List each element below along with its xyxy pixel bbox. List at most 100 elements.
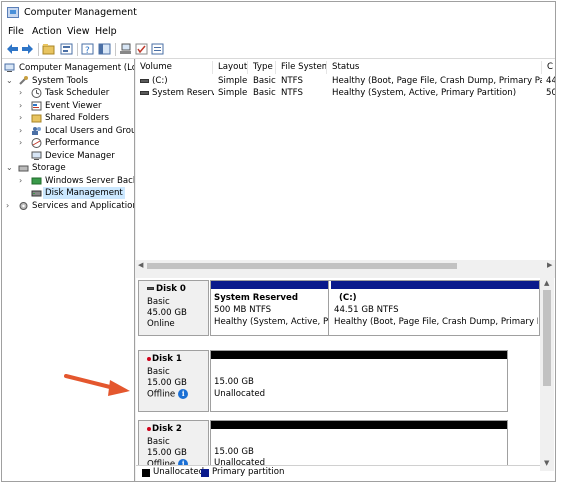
disk-1-type: Basic [147, 367, 170, 377]
scroll-left-icon[interactable]: ◀ [138, 261, 143, 269]
show-hide-icon[interactable] [98, 43, 111, 55]
tools-icon [19, 76, 28, 85]
partition-status: Healthy (Boot, Page File, Crash Dump, Pr… [334, 317, 538, 327]
backup-icon [31, 177, 42, 185]
volume-icon [140, 79, 149, 83]
disk-2-space[interactable]: 15.00 GB Unallocated [210, 420, 508, 470]
tree-label-shared-folders: Shared Folders [45, 113, 110, 123]
menu-help[interactable]: Help [95, 26, 117, 37]
table-row[interactable]: (C:) Simple Basic NTFS Healthy (Boot, Pa… [136, 75, 555, 87]
column-header-capacity[interactable]: C [543, 61, 555, 74]
chevron-down-icon[interactable]: ⌄ [6, 75, 13, 87]
scroll-down-icon[interactable]: ▼ [544, 459, 549, 467]
offline-disk-icon [147, 356, 151, 361]
disk-1-name: Disk 1 [152, 354, 182, 364]
connect-icon[interactable] [119, 43, 132, 55]
column-header-volume[interactable]: Volume [136, 61, 213, 74]
disk-1-space[interactable]: 15.00 GB Unallocated [210, 350, 508, 412]
offline-disk-icon [147, 426, 151, 431]
cell-status: Healthy (Boot, Page File, Crash Dump, Pr… [332, 76, 542, 86]
menu-view[interactable]: View [67, 26, 90, 37]
disk-2-label[interactable]: Disk 2 Basic 15.00 GB Offlinei [138, 420, 209, 470]
volume-icon [140, 91, 149, 95]
vertical-scrollbar[interactable]: ▲ ▼ [540, 278, 554, 471]
cell-capacity: 50 [546, 88, 556, 98]
chevron-right-icon[interactable]: › [19, 112, 22, 124]
unallocated-swatch [142, 469, 150, 477]
help-icon[interactable]: ? [81, 43, 94, 55]
check-icon[interactable] [135, 43, 148, 55]
horizontal-scrollbar[interactable]: ◀ ▶ [136, 260, 555, 272]
toolbar-separator [115, 43, 116, 56]
disk-1-state-row: Offline i [147, 389, 189, 400]
up-folder-icon[interactable] [42, 43, 55, 55]
computer-management-window: Computer Management File Action View Hel… [1, 1, 556, 482]
forward-icon[interactable] [21, 43, 34, 55]
menu-file[interactable]: File [8, 26, 24, 37]
chevron-right-icon[interactable]: › [19, 100, 22, 112]
tree-label-performance: Performance [45, 138, 100, 148]
chevron-right-icon[interactable]: › [19, 87, 22, 99]
chevron-right-icon[interactable]: › [19, 175, 22, 187]
device-manager-icon [31, 151, 42, 160]
unallocated-bar [211, 421, 507, 429]
horizontal-scroll-thumb[interactable] [147, 263, 457, 269]
menu-action[interactable]: Action [32, 26, 62, 37]
export-icon[interactable] [151, 43, 164, 55]
partition-name: System Reserved [214, 293, 298, 303]
disk-1-label[interactable]: Disk 1 Basic 15.00 GB Offline i [138, 350, 209, 412]
cell-volume: System Reserved [152, 88, 214, 98]
chevron-right-icon[interactable]: › [19, 137, 22, 149]
back-icon[interactable] [6, 43, 19, 55]
cell-layout: Simple [218, 88, 248, 98]
disk-icon [147, 287, 154, 290]
cell-file-system: NTFS [281, 88, 303, 98]
partition-system-reserved[interactable]: System Reserved 500 MB NTFS Healthy (Sys… [211, 281, 329, 335]
partition-c-drive[interactable]: (C:) 44.51 GB NTFS Healthy (Boot, Page F… [331, 281, 539, 335]
legend-primary: Primary partition [212, 467, 285, 477]
performance-icon [31, 138, 42, 148]
tree-label-disk-management: Disk Management [43, 187, 125, 199]
disk-graphical-view: Disk 0 Basic 45.00 GB Online System Rese… [136, 278, 555, 481]
disk-0-size: 45.00 GB [147, 308, 187, 318]
legend: Unallocated Primary partition [136, 465, 540, 479]
disk-1-state: Offline [147, 389, 176, 400]
scroll-up-icon[interactable]: ▲ [544, 279, 549, 287]
chevron-down-icon[interactable]: ⌄ [6, 162, 13, 174]
scroll-right-icon[interactable]: ▶ [547, 261, 552, 269]
disk-2-name: Disk 2 [152, 424, 182, 434]
table-row[interactable]: System Reserved Simple Basic NTFS Health… [136, 87, 556, 99]
toolbar-separator [38, 43, 39, 56]
cell-type: Basic [253, 76, 276, 86]
disk-management-icon [31, 190, 42, 197]
disk-0-label[interactable]: Disk 0 Basic 45.00 GB Online [138, 280, 209, 336]
column-header-file-system[interactable]: File System [277, 61, 327, 74]
tree-label-device-manager: Device Manager [45, 151, 115, 161]
properties-icon[interactable] [60, 43, 73, 55]
console-tree: Computer Management (Local ⌄ System Tool… [2, 59, 135, 481]
clock-icon [31, 88, 42, 98]
toolbar-separator [77, 43, 78, 56]
tree-label-services-apps: Services and Applications [32, 201, 135, 211]
volume-list: Volume Layout Type File System Status C … [136, 59, 556, 272]
tree-label-local-users: Local Users and Groups [45, 126, 134, 136]
shared-folder-icon [31, 114, 42, 123]
info-icon[interactable]: i [178, 389, 189, 399]
disk-2-size: 15.00 GB [147, 448, 187, 458]
column-header-layout[interactable]: Layout [214, 61, 248, 74]
users-icon [32, 127, 41, 135]
legend-unallocated: Unallocated [153, 467, 205, 477]
space-size: 15.00 GB [214, 447, 254, 457]
disk-1-title: Disk 1 [147, 354, 182, 364]
title-bar: Computer Management [2, 2, 555, 24]
vertical-scroll-thumb[interactable] [543, 290, 551, 386]
chevron-right-icon[interactable]: › [19, 125, 22, 137]
chevron-right-icon[interactable]: › [6, 200, 9, 212]
primary-partition-bar [211, 281, 328, 289]
tree-label-system-tools: System Tools [32, 76, 88, 86]
disk-2-type: Basic [147, 437, 170, 447]
disk-0-state: Online [147, 319, 175, 329]
column-header-type[interactable]: Type [249, 61, 276, 74]
column-header-status[interactable]: Status [328, 61, 542, 74]
computer-management-icon [7, 7, 19, 18]
